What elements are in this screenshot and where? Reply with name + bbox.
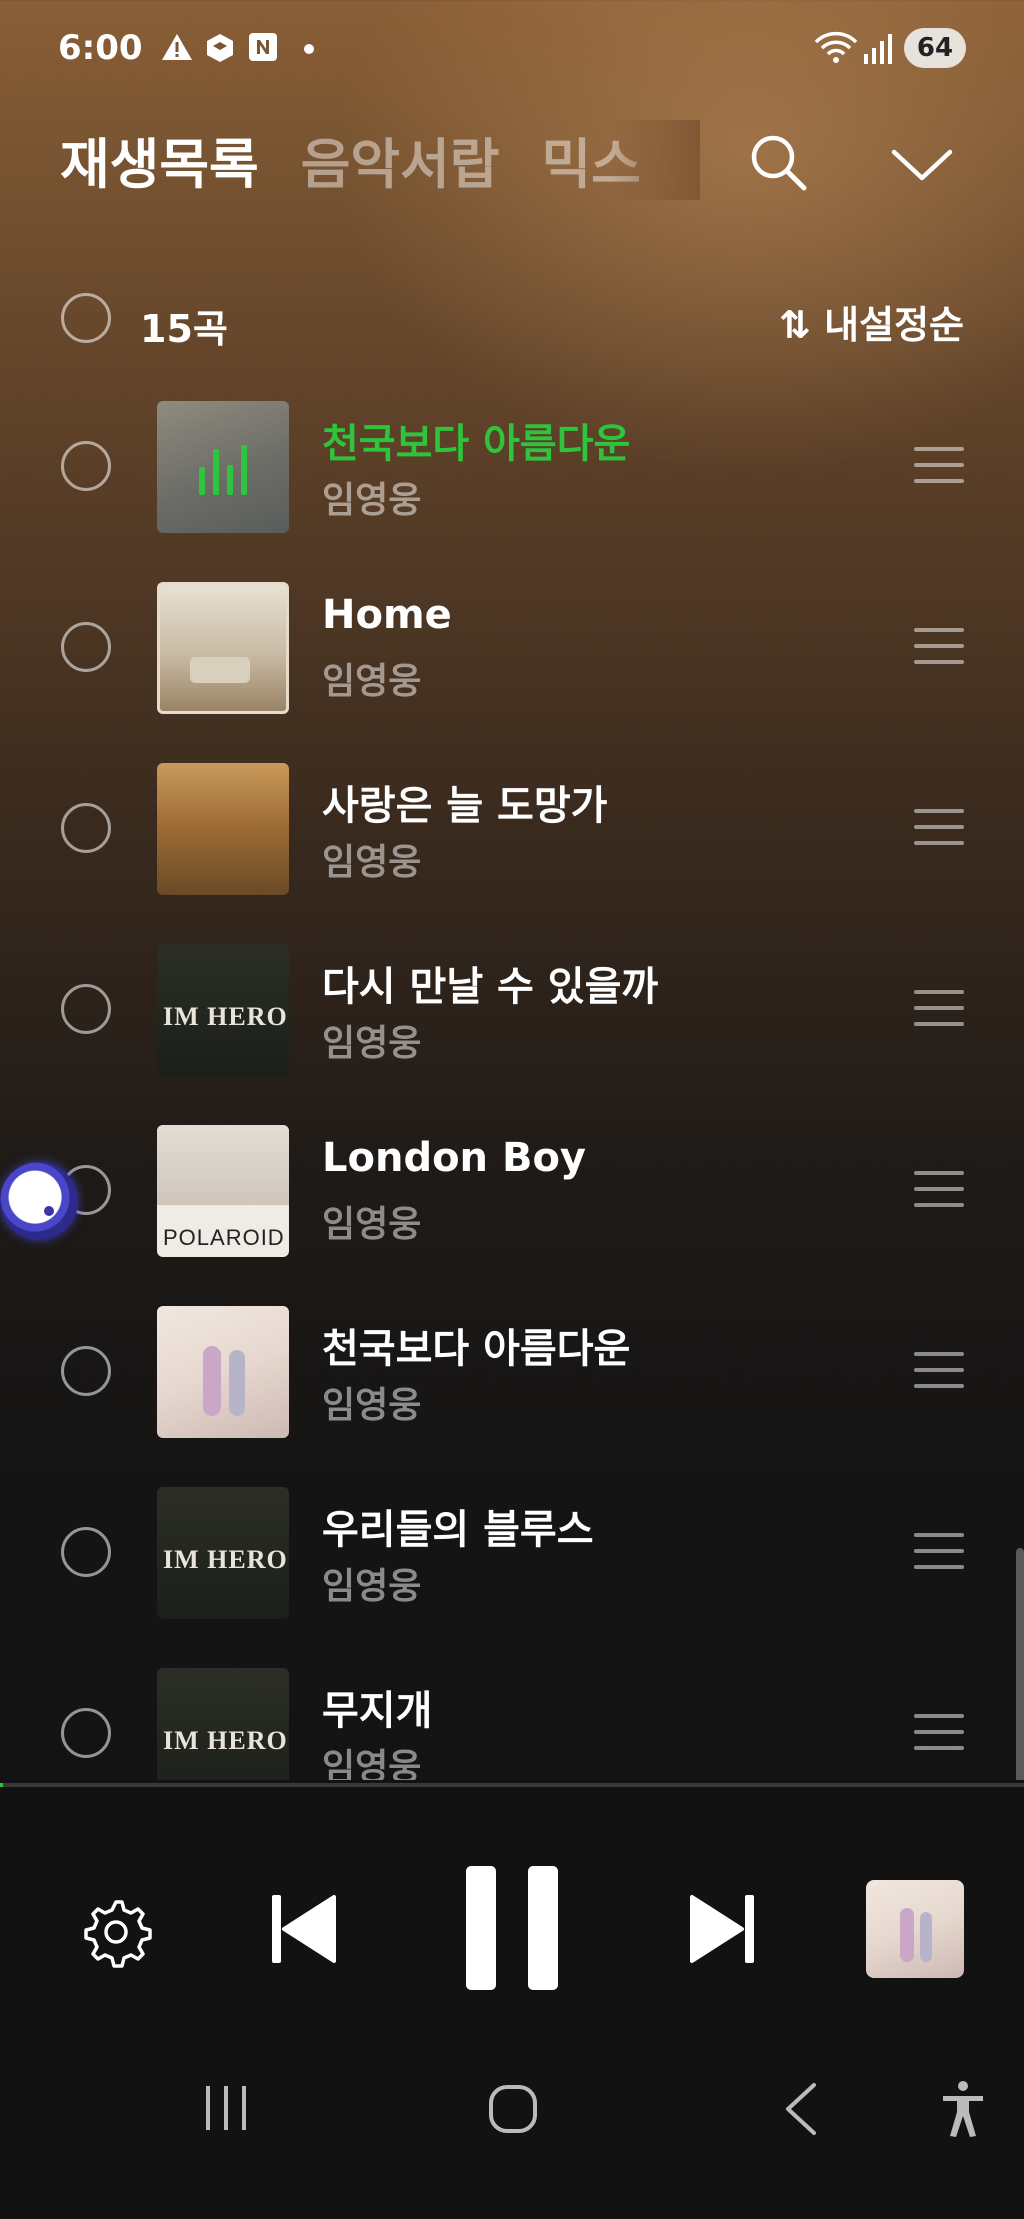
song-artist: 임영웅 — [322, 1023, 422, 1064]
album-art: IM HERO — [157, 1487, 289, 1619]
album-art — [157, 1306, 289, 1438]
n-notification-icon — [249, 33, 277, 61]
drag-handle-icon[interactable] — [914, 447, 964, 487]
album-art: IM HERO — [157, 1668, 289, 1780]
search-icon[interactable] — [746, 130, 810, 194]
album-art — [157, 582, 289, 714]
tab-playlist[interactable]: 재생목록 — [60, 120, 259, 199]
signal-icon — [864, 34, 892, 64]
song-row[interactable]: IM HERO 무지개 임영웅 — [0, 1668, 1024, 1780]
dot-icon — [304, 44, 314, 54]
floating-assistant-bubble[interactable] — [0, 1162, 78, 1240]
select-checkbox[interactable] — [61, 1527, 111, 1577]
sort-button[interactable]: ⇅ 내설정순 — [779, 294, 964, 349]
album-art-text: IM HERO — [163, 1545, 288, 1574]
song-artist: 임영웅 — [322, 480, 422, 521]
previous-icon[interactable] — [270, 1893, 336, 1965]
select-checkbox[interactable] — [61, 1346, 111, 1396]
drag-handle-icon[interactable] — [914, 1352, 964, 1392]
home-icon[interactable] — [488, 2084, 538, 2134]
progress-fill — [0, 1783, 4, 1787]
album-art — [157, 763, 289, 895]
song-title: 천국보다 아름다운 — [322, 1326, 631, 1372]
song-artist: 임영웅 — [322, 1566, 422, 1607]
drag-handle-icon[interactable] — [914, 628, 964, 668]
now-playing-album-art[interactable] — [866, 1880, 964, 1978]
back-icon[interactable] — [784, 2082, 818, 2136]
progress-bar[interactable] — [0, 1783, 1024, 1787]
select-checkbox[interactable] — [61, 622, 111, 672]
status-time: 6:00 — [58, 28, 143, 68]
select-checkbox[interactable] — [61, 984, 111, 1034]
song-artist: 임영웅 — [322, 1204, 422, 1245]
song-title: 사랑은 늘 도망가 — [322, 783, 608, 829]
song-title: 우리들의 블루스 — [322, 1507, 594, 1553]
tab-music-drawer[interactable]: 음악서랍 — [301, 120, 500, 199]
drag-handle-icon[interactable] — [914, 1533, 964, 1573]
drag-handle-icon[interactable] — [914, 1171, 964, 1211]
warning-icon — [162, 34, 192, 60]
select-checkbox[interactable] — [61, 1708, 111, 1758]
song-artist: 임영웅 — [322, 842, 422, 883]
settings-icon[interactable] — [80, 1896, 152, 1968]
song-title: Home — [322, 592, 452, 638]
album-art-text: IM HERO — [163, 1002, 288, 1031]
equalizer-icon — [199, 445, 255, 495]
song-artist: 임영웅 — [322, 661, 422, 702]
battery-indicator: 64 — [904, 28, 966, 68]
song-artist: 임영웅 — [322, 1385, 422, 1426]
album-art-text: POLAROID — [163, 1225, 285, 1250]
song-count: 15곡 — [140, 307, 228, 351]
chevron-down-icon[interactable] — [890, 146, 954, 186]
box-icon — [207, 34, 233, 62]
song-title: 천국보다 아름다운 — [322, 421, 631, 467]
pause-icon[interactable] — [466, 1866, 558, 1990]
song-artist: 임영웅 — [322, 1747, 422, 1780]
select-checkbox[interactable] — [61, 803, 111, 853]
drag-handle-icon[interactable] — [914, 990, 964, 1030]
select-checkbox[interactable] — [61, 441, 111, 491]
accessibility-icon[interactable] — [940, 2080, 986, 2138]
song-title: London Boy — [322, 1135, 587, 1181]
system-nav-bar — [0, 2060, 1024, 2219]
album-art — [157, 401, 289, 533]
song-row[interactable]: Home 임영웅 — [0, 582, 1024, 762]
song-row[interactable]: IM HERO 다시 만날 수 있을까 임영웅 — [0, 944, 1024, 1124]
song-title: 다시 만날 수 있을까 — [322, 964, 659, 1010]
song-row[interactable]: IM HERO 우리들의 블루스 임영웅 — [0, 1487, 1024, 1667]
album-art-text: IM HERO — [163, 1726, 288, 1755]
song-row[interactable]: 사랑은 늘 도망가 임영웅 — [0, 763, 1024, 943]
header-tabs: 재생목록 음악서랍 믹스 — [60, 120, 700, 200]
select-all-checkbox[interactable] — [61, 293, 111, 343]
song-row[interactable]: 천국보다 아름다운 임영웅 — [0, 401, 1024, 581]
list-header: 15곡 ⇅ 내설정순 — [0, 290, 1024, 351]
song-title: 무지개 — [322, 1688, 433, 1734]
next-icon[interactable] — [690, 1893, 756, 1965]
album-art: IM HERO — [157, 944, 289, 1076]
drag-handle-icon[interactable] — [914, 1714, 964, 1754]
song-row[interactable]: 천국보다 아름다운 임영웅 — [0, 1306, 1024, 1486]
song-row[interactable]: POLAROID London Boy 임영웅 — [0, 1125, 1024, 1305]
album-art: POLAROID — [157, 1125, 289, 1257]
wifi-icon — [814, 31, 858, 63]
status-bar: 6:00 64 — [0, 0, 1024, 100]
recents-icon[interactable] — [204, 2084, 248, 2132]
drag-handle-icon[interactable] — [914, 809, 964, 849]
